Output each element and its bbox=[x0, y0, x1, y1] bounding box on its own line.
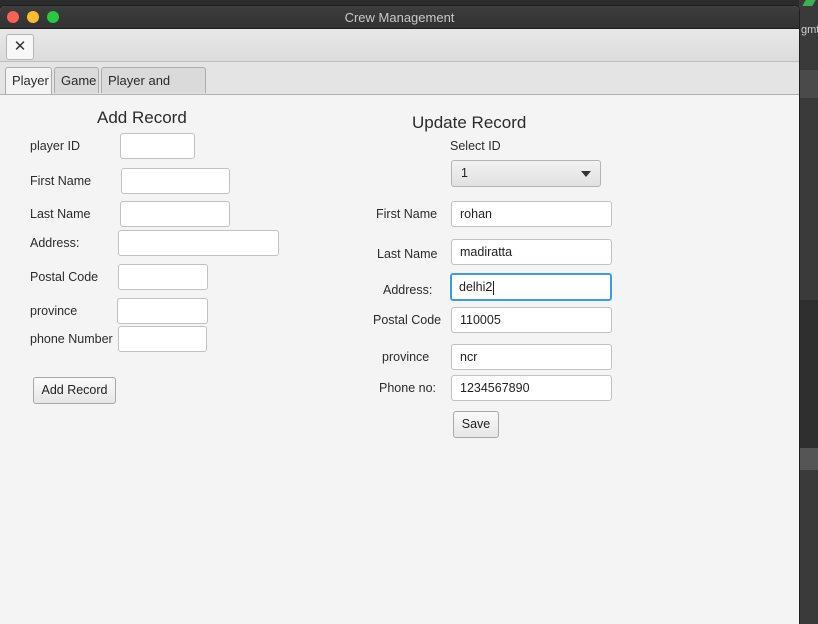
add-last-name-label: Last Name bbox=[30, 207, 91, 221]
add-player-id-label: player ID bbox=[30, 139, 81, 153]
update-last-name-input[interactable] bbox=[451, 239, 612, 265]
toolbar: ✕ bbox=[0, 29, 799, 62]
update-postal-code-input[interactable] bbox=[451, 307, 612, 333]
background-bar bbox=[799, 70, 818, 98]
add-postal-code-label: Postal Code bbox=[30, 270, 99, 284]
update-first-name-input[interactable] bbox=[451, 201, 612, 227]
tab-player[interactable]: Player bbox=[5, 67, 52, 94]
update-postal-code-label: Postal Code bbox=[373, 313, 442, 327]
player-tab-content: Add Record player ID First Name Last Nam… bbox=[0, 95, 799, 624]
update-phone-label: Phone no: bbox=[379, 381, 436, 395]
tab-player-and-game[interactable]: Player and Game bbox=[101, 67, 206, 114]
update-phone-input[interactable] bbox=[451, 375, 612, 401]
save-button[interactable]: Save bbox=[453, 411, 499, 438]
window-title: Crew Management bbox=[344, 10, 455, 25]
add-province-label: province bbox=[30, 304, 78, 318]
close-icon[interactable]: ✕ bbox=[6, 34, 34, 60]
update-last-name-label: Last Name bbox=[377, 247, 438, 261]
tab-game[interactable]: Game bbox=[54, 67, 99, 93]
update-address-value: delhi2 bbox=[459, 280, 493, 294]
update-record-heading: Update Record bbox=[412, 113, 527, 132]
select-id-value: 1 bbox=[461, 166, 468, 180]
add-phone-number-label: phone Number bbox=[30, 332, 113, 346]
select-id-dropdown[interactable]: 1 bbox=[451, 160, 601, 187]
add-first-name-input[interactable] bbox=[121, 168, 230, 194]
update-first-name-label: First Name bbox=[376, 207, 438, 221]
add-record-heading: Add Record bbox=[97, 108, 187, 127]
text-caret bbox=[493, 280, 495, 295]
add-last-name-input[interactable] bbox=[120, 201, 230, 227]
update-address-input[interactable]: delhi2 bbox=[450, 273, 612, 301]
add-first-name-label: First Name bbox=[30, 174, 92, 188]
add-province-input[interactable] bbox=[117, 298, 208, 324]
add-phone-number-input[interactable] bbox=[118, 326, 207, 352]
select-id-label: Select ID bbox=[450, 139, 501, 153]
background-bar bbox=[799, 448, 818, 470]
background-desktop bbox=[799, 0, 818, 624]
add-address-input[interactable] bbox=[118, 230, 279, 256]
update-province-label: province bbox=[382, 350, 430, 364]
title-bar: Crew Management bbox=[0, 6, 799, 29]
app-window: Crew Management ✕ Player Game Player and… bbox=[0, 6, 799, 624]
tab-bar: Player Game Player and Game bbox=[0, 62, 799, 114]
add-record-button[interactable]: Add Record bbox=[33, 377, 116, 404]
background-panel bbox=[799, 300, 818, 460]
update-province-input[interactable] bbox=[451, 344, 612, 370]
chevron-down-icon bbox=[581, 171, 591, 177]
add-player-id-input[interactable] bbox=[120, 133, 195, 159]
background-text: gmt bbox=[801, 24, 818, 36]
update-address-label: Address: bbox=[383, 283, 433, 297]
add-address-label: Address: bbox=[30, 236, 80, 250]
add-postal-code-input[interactable] bbox=[118, 264, 208, 290]
